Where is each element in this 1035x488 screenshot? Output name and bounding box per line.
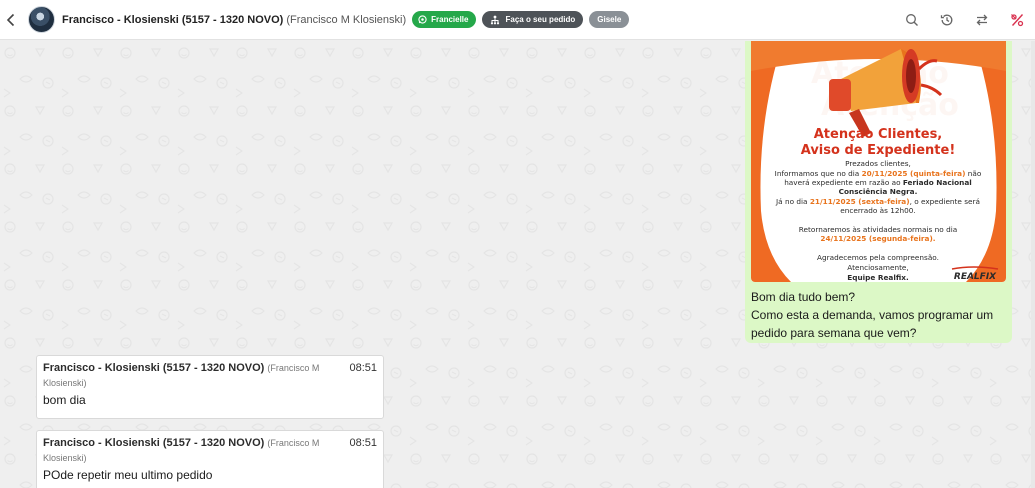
- author-name: Francisco - Klosienski (5157 - 1320 NOVO…: [43, 437, 265, 449]
- search-icon: [906, 14, 918, 26]
- message-header: Francisco - Klosienski (5157 - 1320 NOVO…: [43, 436, 377, 466]
- chat-scrollbar[interactable]: [1031, 41, 1035, 488]
- message-time: 08:51: [349, 362, 377, 374]
- outgoing-text-line: Bom dia tudo bem?: [751, 290, 856, 304]
- history-button[interactable]: [939, 12, 955, 28]
- message-text: bom dia: [43, 393, 86, 407]
- agent-badge-label: Francielle: [431, 15, 469, 24]
- transfer-button[interactable]: [974, 12, 990, 28]
- poster-line3: Consciência Negra.: [839, 187, 918, 196]
- chevron-left-icon: [6, 13, 15, 26]
- whatsapp-icon: [418, 15, 427, 24]
- poster-line5: encerrado às 12h00.: [840, 206, 915, 215]
- agent-badge[interactable]: Francielle: [412, 11, 477, 28]
- message-author: Francisco - Klosienski (5157 - 1320 NOVO…: [43, 361, 333, 391]
- svg-text:REALFIX: REALFIX: [954, 272, 997, 282]
- contact-name[interactable]: Francisco - Klosienski (5157 - 1320 NOVO…: [62, 14, 283, 26]
- outgoing-text-line: pedido para semana que vem?: [751, 326, 917, 340]
- poster-line7: 24/11/2025 (segunda-feira).: [820, 234, 935, 243]
- network-icon: [491, 15, 500, 24]
- user-badge[interactable]: Gisele: [589, 11, 630, 28]
- author-name: Francisco - Klosienski (5157 - 1320 NOVO…: [43, 362, 265, 374]
- incoming-message[interactable]: Francisco - Klosienski (5157 - 1320 NOVO…: [36, 355, 384, 419]
- contact-subtitle: (Francisco M Klosienski): [286, 13, 407, 26]
- search-button[interactable]: [904, 12, 920, 28]
- poster-title-line1: Atenção Clientes,: [814, 127, 943, 142]
- history-icon: [940, 14, 953, 26]
- chat-header: Francisco - Klosienski (5157 - 1320 NOVO…: [0, 0, 1035, 40]
- chat-area[interactable]: Atenção Atenção Atenção Clientes, Aviso …: [0, 41, 1035, 488]
- header-actions: [904, 0, 1025, 40]
- announcement-image[interactable]: Atenção Atenção Atenção Clientes, Aviso …: [751, 41, 1006, 282]
- order-badge[interactable]: Faça o seu pedido: [482, 11, 584, 28]
- incoming-message[interactable]: Francisco - Klosienski (5157 - 1320 NOVO…: [36, 430, 384, 488]
- poster-line4: Já no dia 21/11/2025 (sexta-feira), o ex…: [775, 197, 980, 206]
- transfer-icon: [976, 14, 988, 26]
- outgoing-message[interactable]: Atenção Atenção Atenção Clientes, Aviso …: [745, 41, 1012, 343]
- poster-line8: Agradecemos pela compreensão.: [817, 253, 939, 262]
- avatar[interactable]: [28, 6, 55, 33]
- close-ticket-button[interactable]: [1009, 12, 1025, 28]
- message-time: 08:51: [349, 437, 377, 449]
- poster-line6: Retornaremos às atividades normais no di…: [799, 225, 957, 234]
- poster-title-line2: Aviso de Expediente!: [801, 143, 956, 158]
- outgoing-text-line: Como esta a demanda, vamos programar um: [751, 308, 994, 322]
- poster-line9: Atenciosamente,: [847, 263, 909, 272]
- back-button[interactable]: [2, 11, 20, 29]
- message-author: Francisco - Klosienski (5157 - 1320 NOVO…: [43, 436, 333, 466]
- poster-greeting: Prezados clientes,: [845, 159, 911, 168]
- outgoing-message-text: Bom dia tudo bem? Como esta a demanda, v…: [751, 288, 1006, 342]
- user-badge-label: Gisele: [597, 15, 622, 24]
- percent-close-icon: [1011, 14, 1024, 27]
- poster-line1: Informamos que no dia 20/11/2025 (quinta…: [775, 169, 982, 178]
- order-badge-label: Faça o seu pedido: [505, 15, 576, 24]
- poster-line10: Equipe Realfix.: [847, 273, 909, 282]
- message-header: Francisco - Klosienski (5157 - 1320 NOVO…: [43, 361, 377, 391]
- poster-line2: haverá expediente em razão ao Feriado Na…: [784, 178, 972, 187]
- message-text: POde repetir meu ultimo pedido: [43, 468, 213, 482]
